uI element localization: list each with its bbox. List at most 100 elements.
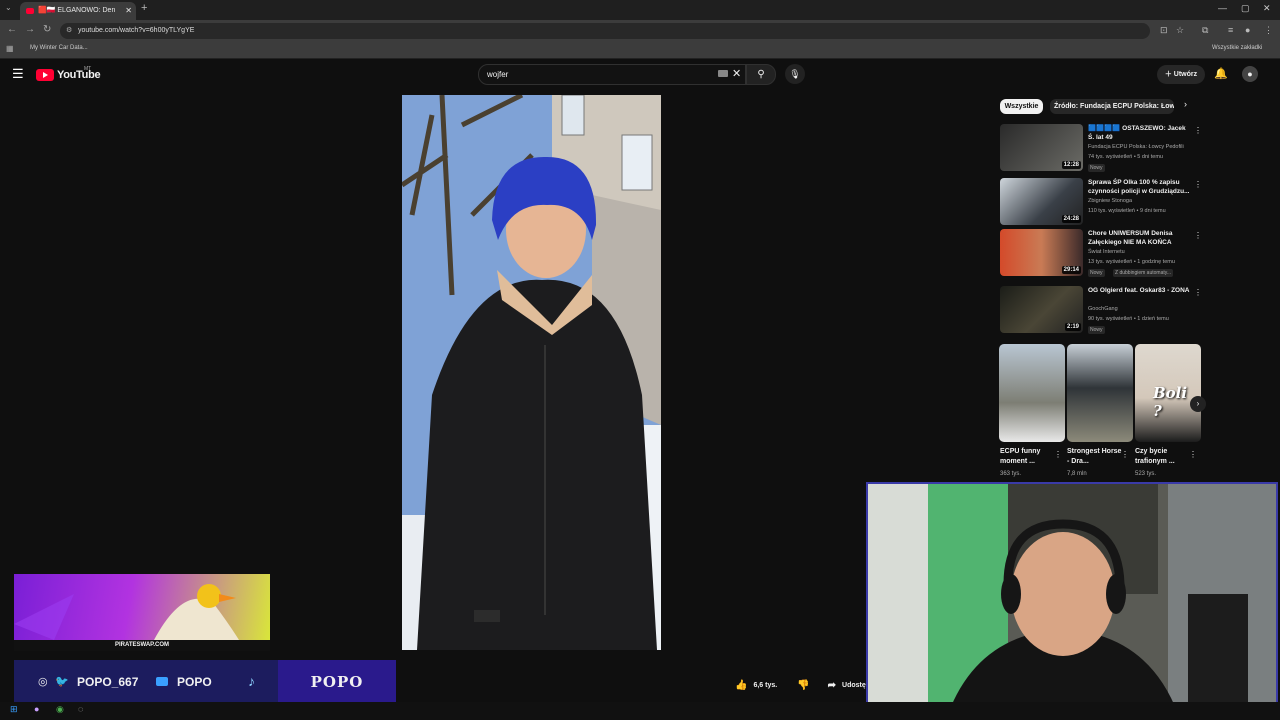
youtube-icon <box>156 677 168 686</box>
duration: 29:14 <box>1061 266 1081 274</box>
app-icon[interactable]: ● <box>34 704 39 714</box>
search-button[interactable]: ⚲ <box>746 64 776 85</box>
menu-icon[interactable]: ☰ <box>12 66 24 82</box>
maximize-icon[interactable]: ▢ <box>1241 3 1250 14</box>
bookmark-star-icon[interactable]: ☆ <box>1176 25 1184 36</box>
video-title[interactable]: Chore UNIWERSUM Denisa Załęckiego NIE MA… <box>1088 229 1191 247</box>
instagram-icon: ◎ <box>38 676 48 688</box>
more-options-icon[interactable]: ⋮ <box>1054 450 1062 459</box>
dubbing-badge: Z dubbingiem automaty... <box>1113 269 1174 277</box>
start-icon[interactable]: ⊞ <box>10 704 18 715</box>
browser-menu-icon[interactable]: ⋮ <box>1264 25 1273 36</box>
profile-icon[interactable]: ● <box>1245 25 1250 35</box>
video-meta: 74 tys. wyświetleń • 5 dni temu <box>1088 154 1163 160</box>
video-title[interactable]: 🟦🟦🟦🟦 OSTASZEWO: Jacek Ś. lat 49 <box>1088 124 1191 142</box>
short-thumbnail[interactable] <box>999 344 1065 442</box>
tiktok-icon: ♪ <box>248 673 255 689</box>
share-icon[interactable]: ➦ <box>828 680 836 691</box>
mic-icon: 🎙 <box>789 69 801 79</box>
keyboard-icon[interactable] <box>718 70 728 77</box>
webcam-feed <box>866 482 1278 716</box>
logo-text: YouTube <box>57 69 101 81</box>
video-thumbnail[interactable]: 12:28 <box>1000 124 1083 171</box>
address-bar[interactable]: ⚙ youtube.com/watch?v=6h00yTLYgYE <box>60 23 1150 39</box>
search-input[interactable]: wojfer <box>478 64 746 85</box>
avatar[interactable]: ● <box>1242 66 1258 82</box>
short-thumbnail[interactable] <box>1067 344 1133 442</box>
video-thumbnail[interactable]: 24:28 <box>1000 178 1083 225</box>
short-title[interactable]: ECPU funny moment ... <box>1000 447 1056 467</box>
media-icon[interactable]: ≡ <box>1228 25 1233 35</box>
video-thumbnail[interactable]: 29:14 <box>1000 229 1083 276</box>
chrome-icon[interactable]: ◉ <box>56 704 64 715</box>
video-frame <box>402 95 661 650</box>
more-options-icon[interactable]: ⋮ <box>1194 126 1202 135</box>
notifications-bell-icon[interactable]: 🔔 <box>1214 67 1228 80</box>
browser-tab[interactable]: 🟥🇵🇱 ELGANOWO: Den ✕ <box>20 2 136 20</box>
forward-icon[interactable]: → <box>25 24 35 35</box>
social-handle: POPO_667 <box>77 675 139 689</box>
shorts-next-icon[interactable]: › <box>1190 396 1206 412</box>
channel-name[interactable]: Fundacja ECPU Polska: Łowcy Pedofili <box>1088 144 1184 150</box>
back-icon[interactable]: ← <box>7 24 17 35</box>
social-overlay <box>14 660 278 704</box>
chip-all[interactable]: Wszystkie <box>1000 99 1043 114</box>
related-video[interactable]: 24:28 Sprawa ŚP Olka 100 % zapisu czynno… <box>1000 178 1202 228</box>
related-video[interactable]: 12:28 🟦🟦🟦🟦 OSTASZEWO: Jacek Ś. lat 49 Fu… <box>1000 124 1202 174</box>
close-window-icon[interactable]: ✕ <box>1263 3 1271 14</box>
short-views: 363 tys. <box>1000 471 1022 477</box>
more-options-icon[interactable]: ⋮ <box>1121 450 1129 459</box>
voice-search-button[interactable]: 🎙 <box>785 64 805 84</box>
like-count[interactable]: 6,6 tys. <box>753 682 777 689</box>
taskbar <box>0 702 1280 720</box>
video-thumbnail[interactable]: 2:19 <box>1000 286 1083 333</box>
video-title[interactable]: OG Olgierd feat. Oskar83 - ZONA <box>1088 286 1191 295</box>
more-options-icon[interactable]: ⋮ <box>1194 231 1202 240</box>
reload-icon[interactable]: ↻ <box>43 24 51 35</box>
new-tab-button[interactable]: + <box>141 2 147 14</box>
sponsor-url: PIRATESWAP.COM <box>14 640 270 651</box>
install-icon[interactable]: ⊡ <box>1160 25 1168 36</box>
related-video[interactable]: 29:14 Chore UNIWERSUM Denisa Załęckiego … <box>1000 229 1202 279</box>
more-options-icon[interactable]: ⋮ <box>1189 450 1197 459</box>
banner-art <box>14 584 239 640</box>
channel-name[interactable]: GoochGang <box>1088 306 1118 312</box>
clear-search-icon[interactable]: ✕ <box>732 67 741 80</box>
channel-name[interactable]: Zbigniew Stonoga <box>1088 198 1132 204</box>
short-thumbnail[interactable]: Boli ? <box>1135 344 1201 442</box>
youtube-play-icon <box>36 69 54 81</box>
browser-tab-bar <box>0 0 1280 20</box>
new-badge: Nowy <box>1088 269 1105 277</box>
sponsor-banner <box>14 574 270 640</box>
all-bookmarks[interactable]: Wszystkie zakładki <box>1212 45 1262 51</box>
more-options-icon[interactable]: ⋮ <box>1194 288 1202 297</box>
minimize-icon[interactable]: — <box>1218 3 1227 13</box>
video-player[interactable] <box>402 95 661 650</box>
duration: 12:28 <box>1061 161 1081 169</box>
extensions-icon[interactable]: ⧉ <box>1202 25 1208 36</box>
youtube-favicon-icon <box>26 8 34 14</box>
new-badge: Nowy <box>1088 326 1105 334</box>
chip-source[interactable]: Źródło: Fundacja ECPU Polska: Łowcy <box>1050 99 1174 114</box>
bookmarks-bar <box>0 42 1280 59</box>
apps-icon[interactable]: ▦ <box>6 44 14 53</box>
related-video[interactable]: 2:19 OG Olgierd feat. Oskar83 - ZONA Goo… <box>1000 286 1202 336</box>
site-info-icon[interactable]: ⚙ <box>66 23 72 39</box>
search-icon: ⚲ <box>757 69 765 80</box>
bookmark-item[interactable]: My Winter Car Data... <box>30 45 88 51</box>
duration: 24:28 <box>1061 215 1081 223</box>
chevron-right-icon[interactable]: › <box>1184 99 1187 109</box>
short-title[interactable]: Czy bycie trafionym ... <box>1135 447 1191 467</box>
more-options-icon[interactable]: ⋮ <box>1194 180 1202 189</box>
duration: 2:19 <box>1064 323 1081 331</box>
video-meta: 90 tys. wyświetleń • 1 dzień temu <box>1088 316 1169 322</box>
create-button[interactable]: ＋ Utwórz <box>1157 65 1205 84</box>
channel-name[interactable]: Świat Internetu <box>1088 249 1125 255</box>
video-title[interactable]: Sprawa ŚP Olka 100 % zapisu czynności po… <box>1088 178 1191 196</box>
tab-search-icon[interactable]: ⌄ <box>5 3 12 12</box>
like-icon[interactable]: 👍 <box>735 680 747 691</box>
close-tab-icon[interactable]: ✕ <box>125 2 132 20</box>
short-title[interactable]: Strongest Horse - Dra... <box>1067 447 1123 467</box>
dislike-icon[interactable]: 👎 <box>797 680 809 691</box>
app-icon[interactable]: ◌ <box>78 704 83 714</box>
